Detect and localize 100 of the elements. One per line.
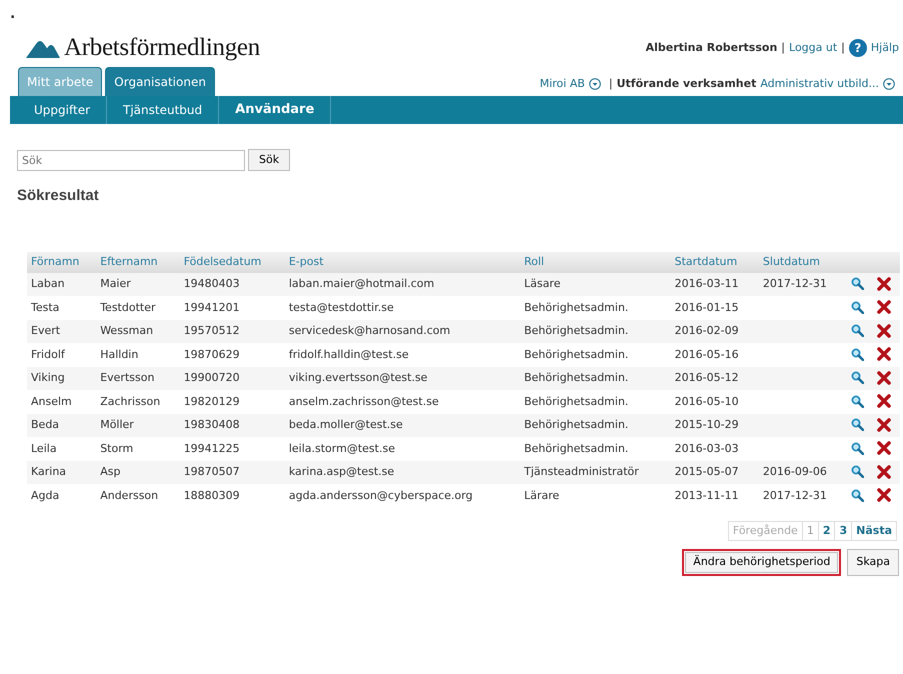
table-cell: 2013-11-11: [670, 484, 759, 508]
nav-link[interactable]: Uppgifter: [18, 96, 108, 124]
table-cell: Halldin: [96, 343, 180, 366]
table-cell: Evertsson: [96, 366, 180, 390]
table-cell: 19900720: [180, 366, 285, 390]
page-link[interactable]: 2: [818, 520, 836, 541]
table-cell: Behörighetsadmin.: [520, 414, 671, 437]
search-field[interactable]: Sök: [17, 150, 245, 170]
column-header[interactable]: Förnamn: [27, 252, 96, 272]
table-cell: 19941201: [180, 296, 285, 320]
organization-link[interactable]: Miroi AB: [540, 76, 585, 92]
table-cell: Tjänsteadministratör: [520, 460, 671, 484]
search-icon[interactable]: [851, 324, 864, 338]
table-cell: 19820129: [180, 390, 285, 414]
action-button[interactable]: Skapa: [847, 549, 899, 576]
logo-icon: [26, 38, 60, 58]
table-cell: Maier: [96, 272, 180, 296]
delete-icon[interactable]: [876, 464, 891, 479]
tab[interactable]: Organisationen: [105, 67, 215, 96]
table-cell: Viking: [27, 366, 96, 390]
separator: |: [608, 76, 613, 92]
table-cell: fridolf.halldin@test.se: [284, 343, 520, 366]
table-cell: 19870507: [180, 460, 285, 484]
search-icon[interactable]: [851, 465, 864, 478]
nav-link[interactable]: Användare: [219, 96, 332, 124]
search-icon[interactable]: [851, 348, 864, 361]
search-icon[interactable]: [851, 394, 864, 408]
column-header[interactable]: Startdatum: [670, 252, 759, 272]
table-cell: Behörighetsadmin.: [520, 320, 671, 343]
selector-label: Utförande verksamhet: [616, 76, 756, 92]
table-cell: laban.maier@hotmail.com: [284, 272, 520, 296]
column-header[interactable]: E-post: [284, 252, 520, 272]
table-cell: 19870629: [180, 343, 285, 366]
table-cell: 19570512: [180, 320, 285, 343]
search-icon[interactable]: [851, 488, 864, 502]
corner-dot: .: [10, 5, 16, 24]
table-cell: 18880309: [180, 484, 285, 508]
column-header[interactable]: Slutdatum: [758, 252, 848, 272]
table-cell: karina.asp@test.se: [284, 460, 520, 484]
table-cell: 2016-05-10: [670, 390, 759, 414]
table-cell: Behörighetsadmin.: [520, 343, 671, 366]
page-link[interactable]: Nästa: [851, 520, 897, 541]
delete-icon[interactable]: [876, 418, 891, 432]
table-cell: Andersson: [96, 484, 180, 508]
table-cell: 2015-10-29: [670, 414, 759, 437]
table-cell: Leila: [27, 437, 96, 460]
table-cell: Lärare: [520, 484, 671, 508]
table-cell: Storm: [96, 437, 180, 460]
search-button[interactable]: Sök: [248, 149, 290, 171]
column-header[interactable]: Roll: [520, 252, 671, 272]
separator: |: [781, 40, 786, 56]
table-cell: 2016-03-11: [670, 272, 759, 296]
search-icon[interactable]: [851, 418, 864, 432]
delete-icon[interactable]: [876, 276, 891, 291]
search-icon[interactable]: [851, 371, 864, 384]
table-cell: 19941225: [180, 437, 285, 460]
unit-link[interactable]: Administrativ utbild...: [760, 76, 879, 92]
table-cell: 2016-09-06: [758, 460, 848, 484]
delete-icon[interactable]: [876, 488, 891, 502]
column-header[interactable]: Födelsedatum: [180, 252, 285, 272]
logo-text: Arbetsförmedlingen: [64, 33, 260, 64]
table-cell: Möller: [96, 414, 180, 437]
page-link[interactable]: 3: [834, 520, 852, 541]
page-link[interactable]: 1: [802, 520, 819, 541]
table-cell: agda.andersson@cyberspace.org: [284, 484, 520, 508]
table-cell: servicedesk@harnosand.com: [284, 320, 520, 343]
delete-icon[interactable]: [876, 300, 891, 314]
table-cell: 2017-12-31: [758, 484, 848, 508]
separator: |: [841, 40, 845, 56]
table-cell: 2016-05-12: [670, 366, 759, 390]
search-icon[interactable]: [851, 442, 864, 455]
table-cell: Laban: [27, 272, 96, 296]
table-cell: beda.moller@test.se: [284, 414, 520, 437]
table-cell: Karina: [27, 460, 96, 484]
delete-icon[interactable]: [876, 441, 891, 456]
user-name: Albertina Robertsson: [646, 40, 778, 56]
table-cell: Fridolf: [27, 343, 96, 366]
nav-link[interactable]: Tjänsteutbud: [107, 96, 220, 124]
delete-icon[interactable]: [876, 324, 891, 338]
table-cell: Testdotter: [96, 296, 180, 320]
column-header[interactable]: Efternamn: [96, 252, 180, 272]
delete-icon[interactable]: [876, 370, 891, 385]
help-link[interactable]: Hjälp: [870, 40, 899, 56]
delete-icon[interactable]: [876, 347, 891, 362]
help-icon[interactable]: ?: [848, 39, 867, 57]
action-button[interactable]: Ändra behörighetsperiod: [682, 549, 842, 576]
table-cell: Behörighetsadmin.: [520, 437, 671, 460]
table-cell: viking.evertsson@test.se: [284, 366, 520, 390]
table-cell: 19830408: [180, 414, 285, 437]
dropdown-icon[interactable]: [883, 78, 895, 90]
table-cell: Testa: [27, 296, 96, 320]
table-cell: leila.storm@test.se: [284, 437, 520, 460]
logout-link[interactable]: Logga ut: [789, 40, 838, 56]
table-cell: Behörighetsadmin.: [520, 296, 671, 320]
dropdown-icon[interactable]: [588, 78, 601, 90]
table-cell: Agda: [27, 484, 96, 508]
delete-icon[interactable]: [876, 394, 891, 408]
table-cell: 2015-05-07: [670, 460, 759, 484]
search-icon[interactable]: [851, 300, 864, 314]
search-icon[interactable]: [851, 277, 864, 290]
